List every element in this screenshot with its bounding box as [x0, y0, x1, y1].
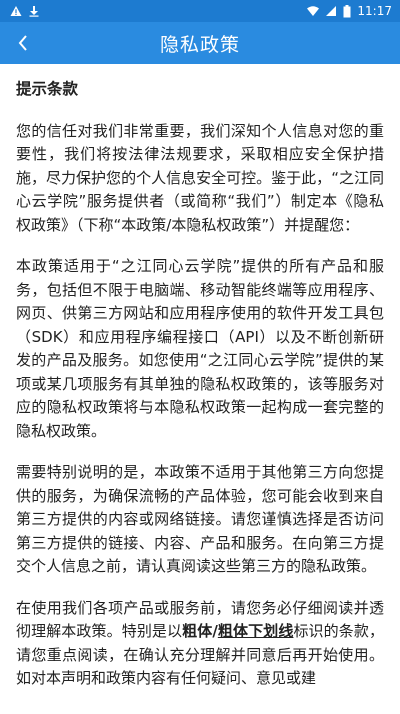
- policy-paragraph-4: 在使用我们各项产品或服务前，请您务必仔细阅读并透彻理解本政策。特别是以粗体/粗体…: [16, 597, 384, 691]
- status-time: 11:17: [357, 4, 392, 18]
- section-heading: 提示条款: [16, 80, 79, 98]
- download-icon: [29, 6, 39, 17]
- back-button[interactable]: [8, 28, 38, 58]
- policy-paragraph-1: 您的信任对我们非常重要，我们深知个人信息对您的重要性，我们将按法律法规要求，采取…: [16, 121, 384, 234]
- status-left: [10, 5, 40, 17]
- app-bar: 隐私政策: [0, 22, 400, 64]
- policy-content: 提示条款 您的信任对我们非常重要，我们深知个人信息对您的重要性，我们将按法律法规…: [0, 64, 400, 691]
- bold-text: 粗体/: [182, 622, 218, 640]
- status-bar: 11:17: [0, 0, 400, 22]
- signal-icon: [326, 6, 337, 16]
- chevron-left-icon: [18, 35, 27, 51]
- status-right: 11:17: [307, 4, 392, 18]
- wifi-icon: [307, 6, 320, 16]
- policy-paragraph-3: 需要特别说明的是，本政策不适用于其他第三方向您提供的服务，为确保流畅的产品体验，…: [16, 463, 384, 575]
- bold-underline-text: 粗体下划线: [217, 622, 294, 640]
- policy-paragraph-2: 本政策适用于“之江同心云学院”提供的所有产品和服务，包括但不限于电脑端、移动智能…: [16, 257, 384, 440]
- battery-icon: [343, 4, 351, 17]
- page-title: 隐私政策: [159, 33, 240, 56]
- warning-icon: [10, 6, 22, 16]
